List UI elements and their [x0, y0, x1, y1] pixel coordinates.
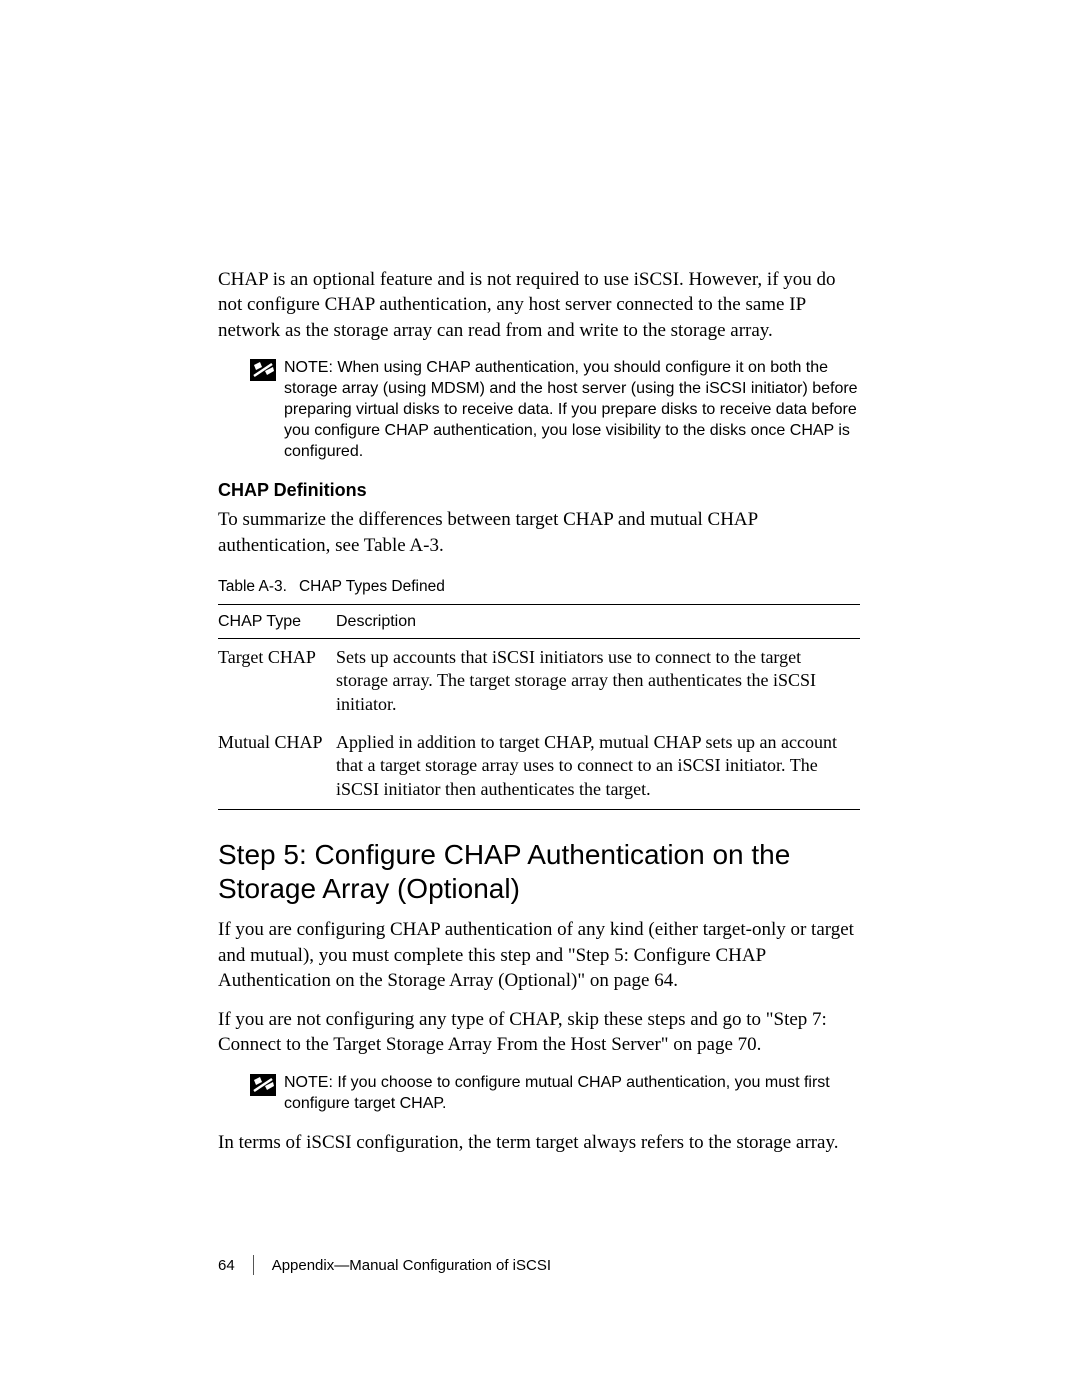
table-cell-desc: Applied in addition to target CHAP, mutu…	[336, 724, 860, 810]
page-footer: 64 Appendix—Manual Configuration of iSCS…	[218, 1255, 860, 1275]
note-body-2: If you choose to configure mutual CHAP a…	[284, 1074, 830, 1112]
footer-section-label: Appendix—Manual Configuration of iSCSI	[272, 1257, 551, 1274]
document-page: CHAP is an optional feature and is not r…	[0, 0, 1080, 1275]
note-text-1: NOTE: When using CHAP authentication, yo…	[284, 357, 860, 463]
note-prefix-1: NOTE:	[284, 359, 333, 376]
note-icon	[250, 359, 276, 381]
note-prefix-2: NOTE:	[284, 1074, 333, 1091]
paragraph-configuring: If you are configuring CHAP authenticati…	[218, 917, 860, 993]
table-caption-title: CHAP Types Defined	[299, 578, 445, 595]
definitions-intro: To summarize the differences between tar…	[218, 507, 860, 558]
table-header-chap-type: CHAP Type	[218, 604, 336, 638]
paragraph-skip: If you are not configuring any type of C…	[218, 1007, 860, 1058]
intro-paragraph: CHAP is an optional feature and is not r…	[218, 267, 860, 343]
page-number: 64	[218, 1257, 253, 1274]
paragraph-target: In terms of iSCSI configuration, the ter…	[218, 1130, 860, 1155]
note-icon	[250, 1074, 276, 1096]
table-row: Target CHAP Sets up accounts that iSCSI …	[218, 638, 860, 724]
note-block-1: NOTE: When using CHAP authentication, yo…	[250, 357, 860, 463]
section-heading-step5: Step 5: Configure CHAP Authentication on…	[218, 838, 860, 905]
table-header-description: Description	[336, 604, 860, 638]
chap-definitions-heading: CHAP Definitions	[218, 480, 860, 501]
note-block-2: NOTE: If you choose to configure mutual …	[250, 1072, 860, 1114]
table-row: Mutual CHAP Applied in addition to targe…	[218, 724, 860, 810]
footer-separator	[253, 1255, 254, 1275]
table-caption: Table A-3. CHAP Types Defined	[218, 578, 860, 596]
table-cell-desc: Sets up accounts that iSCSI initiators u…	[336, 638, 860, 724]
table-caption-number: Table A-3.	[218, 578, 287, 595]
note-body-1: When using CHAP authentication, you shou…	[284, 359, 858, 460]
note-text-2: NOTE: If you choose to configure mutual …	[284, 1072, 860, 1114]
table-cell-type: Mutual CHAP	[218, 724, 336, 810]
table-cell-type: Target CHAP	[218, 638, 336, 724]
chap-types-table: CHAP Type Description Target CHAP Sets u…	[218, 604, 860, 810]
